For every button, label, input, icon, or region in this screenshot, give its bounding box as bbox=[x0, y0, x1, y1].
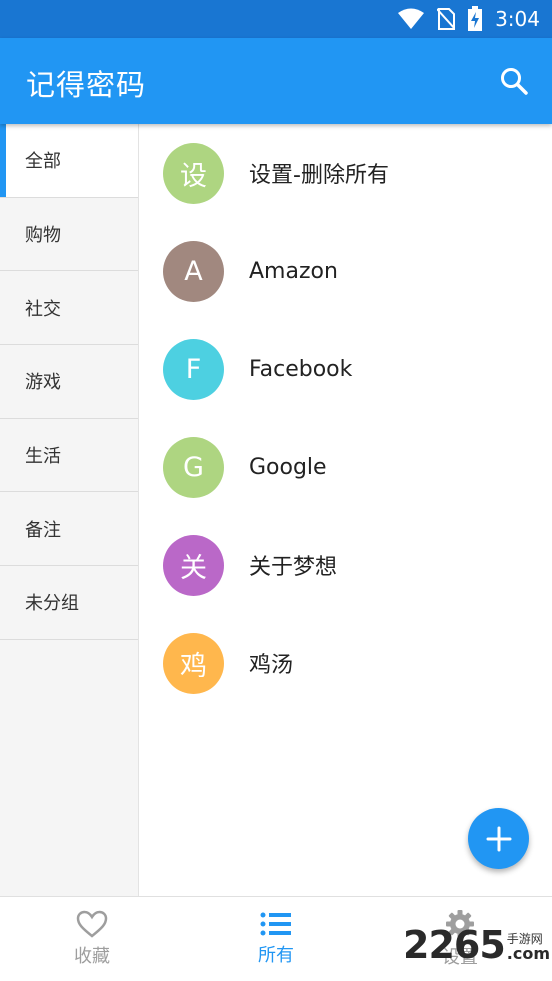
sidebar-item-label: 备注 bbox=[25, 519, 61, 541]
category-sidebar: 全部 购物 社交 游戏 生活 备注 未分组 bbox=[0, 124, 139, 896]
app-title: 记得密码 bbox=[26, 68, 147, 102]
app-bar: 记得密码 bbox=[0, 38, 552, 124]
avatar: A bbox=[163, 240, 224, 302]
status-time: 3:04 bbox=[495, 7, 540, 31]
sidebar-item-label: 购物 bbox=[25, 225, 61, 247]
list-item[interactable]: 设 设置-删除所有 bbox=[140, 124, 552, 222]
list-item-label: 设置-删除所有 bbox=[249, 163, 389, 188]
sidebar-item-label: 全部 bbox=[25, 151, 61, 173]
sidebar-item-label: 未分组 bbox=[25, 593, 79, 615]
sidebar-item-ungrouped[interactable]: 未分组 bbox=[0, 566, 138, 640]
list-item-label: 鸡汤 bbox=[249, 653, 294, 678]
nav-favorites[interactable]: 收藏 bbox=[0, 897, 184, 981]
avatar: 关 bbox=[163, 534, 224, 596]
wifi-icon bbox=[398, 8, 425, 29]
avatar: F bbox=[163, 338, 224, 400]
sidebar-item-shopping[interactable]: 购物 bbox=[0, 198, 138, 272]
sidebar-item-label: 游戏 bbox=[25, 372, 61, 394]
list-item[interactable]: A Amazon bbox=[140, 222, 552, 320]
no-sim-icon bbox=[437, 8, 456, 30]
sidebar-item-all[interactable]: 全部 bbox=[0, 124, 138, 198]
sidebar-item-label: 社交 bbox=[25, 298, 61, 320]
watermark-number: 2265 bbox=[403, 923, 506, 967]
sidebar-item-label: 生活 bbox=[25, 446, 61, 468]
list-item[interactable]: F Facebook bbox=[140, 320, 552, 418]
nav-all[interactable]: 所有 bbox=[184, 897, 368, 981]
plus-icon bbox=[486, 826, 511, 851]
add-entry-button[interactable] bbox=[468, 808, 529, 869]
nav-label: 所有 bbox=[258, 945, 294, 966]
sidebar-item-games[interactable]: 游戏 bbox=[0, 345, 138, 419]
list-item-label: Amazon bbox=[249, 258, 338, 284]
list-item-label: 关于梦想 bbox=[249, 555, 338, 580]
list-item-label: Facebook bbox=[249, 356, 353, 382]
search-button[interactable] bbox=[496, 63, 532, 99]
search-icon bbox=[501, 68, 528, 95]
list-item[interactable]: G Google bbox=[140, 418, 552, 516]
heart-icon bbox=[76, 910, 108, 938]
sidebar-item-social[interactable]: 社交 bbox=[0, 271, 138, 346]
battery-charging-icon bbox=[468, 6, 483, 31]
site-watermark: 2265 手游网 .com bbox=[403, 926, 550, 964]
watermark-side: 手游网 .com bbox=[506, 932, 550, 963]
list-icon bbox=[260, 912, 291, 936]
status-bar: 3:04 bbox=[0, 0, 552, 38]
avatar: G bbox=[163, 436, 224, 498]
list-item-label: Google bbox=[249, 454, 327, 480]
sidebar-item-life[interactable]: 生活 bbox=[0, 419, 138, 493]
entry-list: 设 设置-删除所有 A Amazon F Facebook G Google 关… bbox=[140, 124, 552, 896]
status-icons: 3:04 bbox=[397, 6, 540, 32]
avatar: 设 bbox=[163, 142, 224, 204]
nav-label: 收藏 bbox=[74, 946, 110, 967]
watermark-suffix: .com bbox=[506, 944, 550, 963]
list-item[interactable]: 鸡 鸡汤 bbox=[140, 614, 552, 712]
sidebar-item-notes[interactable]: 备注 bbox=[0, 492, 138, 567]
avatar: 鸡 bbox=[163, 632, 224, 694]
list-item[interactable]: 关 关于梦想 bbox=[140, 516, 552, 614]
